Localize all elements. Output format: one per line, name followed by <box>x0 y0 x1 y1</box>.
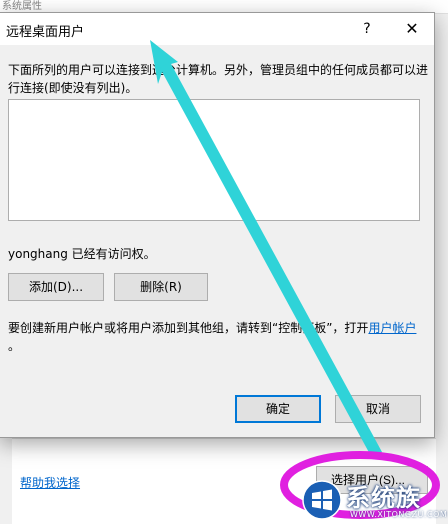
windows-logo-icon <box>302 480 342 520</box>
close-icon[interactable]: ✕ <box>392 13 432 45</box>
user-list[interactable] <box>8 99 420 221</box>
dialog-description: 下面所列的用户可以连接到这台计算机。另外，管理员组中的任何成员都可以进行连接(即… <box>8 63 429 95</box>
info-text: 要创建新用户帐户或将用户添加到其他组，请转到“控制面板”，打开用户帐户。 <box>8 319 428 355</box>
remove-button[interactable]: 删除(R) <box>114 273 208 301</box>
watermark-text: 系统族 <box>346 484 421 512</box>
parent-caption-text: 系统属性 <box>2 1 42 12</box>
access-status-text: yonghang 已经有访问权。 <box>8 247 156 261</box>
user-accounts-link[interactable]: 用户帐户 <box>368 321 416 335</box>
watermark-url: WWW.XITONGZU.COM <box>350 510 448 519</box>
help-me-choose-link[interactable]: 帮助我选择 <box>20 474 80 491</box>
help-icon[interactable]: ? <box>350 13 384 45</box>
dialog-title: 远程桌面用户 <box>6 25 85 40</box>
info-text-body: 要创建新用户帐户或将用户添加到其他组，请转到“控制面板”，打开 <box>8 321 369 335</box>
title-bar[interactable]: 远程桌面用户 ? ✕ <box>0 13 434 45</box>
info-text-tail: 。 <box>8 339 21 353</box>
watermark: 系统族 WWW.XITONGZU.COM <box>296 476 448 524</box>
cancel-button[interactable]: 取消 <box>335 395 421 423</box>
add-button[interactable]: 添加(D)... <box>8 273 104 301</box>
ok-button[interactable]: 确定 <box>235 395 321 423</box>
remote-desktop-users-dialog: 远程桌面用户 ? ✕ 下面所列的用户可以连接到这台计算机。另外，管理员组中的任何… <box>0 12 435 438</box>
